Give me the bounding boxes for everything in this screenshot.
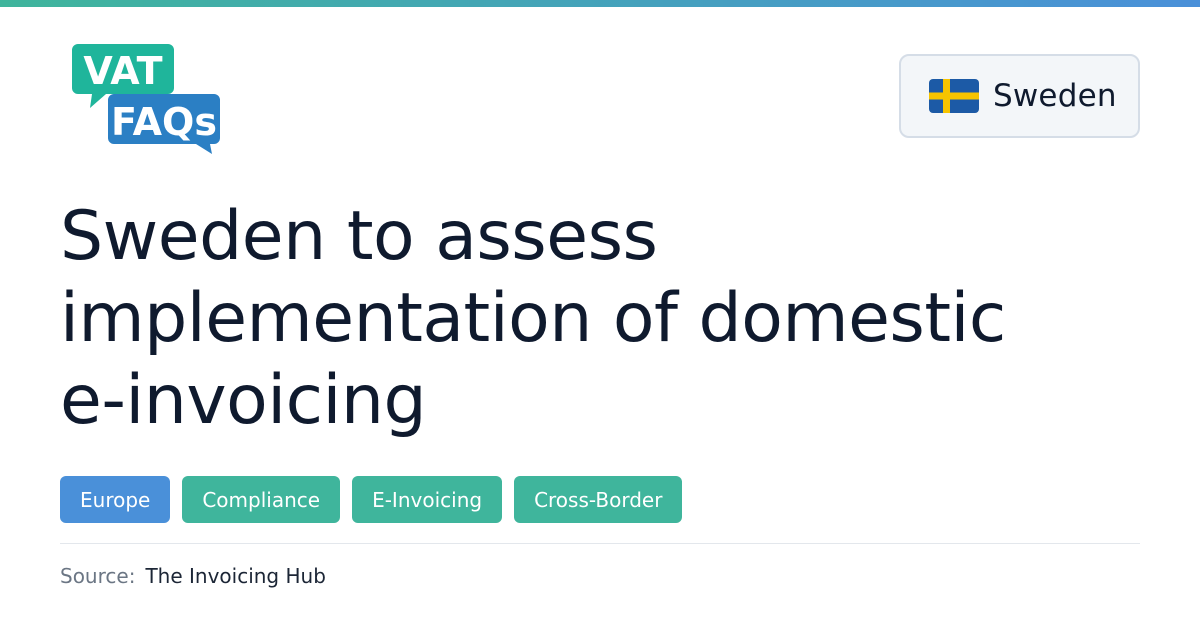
top-accent-bar <box>0 0 1200 7</box>
headline-line-3: e-invoicing <box>60 361 427 440</box>
tag-e-invoicing[interactable]: E-Invoicing <box>352 476 503 523</box>
source-label: Source: <box>60 564 136 588</box>
headline-line-2: implementation of domestic <box>60 279 1006 358</box>
country-name: Sweden <box>993 78 1117 114</box>
logo-graphic: VAT FAQs <box>72 44 220 154</box>
country-badge[interactable]: Sweden <box>899 54 1140 138</box>
article-headline: Sweden to assess implementation of domes… <box>60 196 1140 442</box>
tag-cross-border[interactable]: Cross-Border <box>514 476 683 523</box>
headline-line-1: Sweden to assess <box>60 197 658 276</box>
tag-list: Europe Compliance E-Invoicing Cross-Bord… <box>60 476 683 523</box>
divider <box>60 543 1140 544</box>
vatfaqs-logo[interactable]: VAT FAQs <box>72 42 224 154</box>
logo-text-vat: VAT <box>83 49 162 93</box>
tag-compliance[interactable]: Compliance <box>182 476 341 523</box>
source-value[interactable]: The Invoicing Hub <box>145 564 325 588</box>
logo-text-faqs: FAQs <box>111 100 217 144</box>
sweden-flag-icon <box>929 79 979 113</box>
tag-europe[interactable]: Europe <box>60 476 171 523</box>
source-line: Source: The Invoicing Hub <box>60 564 326 588</box>
